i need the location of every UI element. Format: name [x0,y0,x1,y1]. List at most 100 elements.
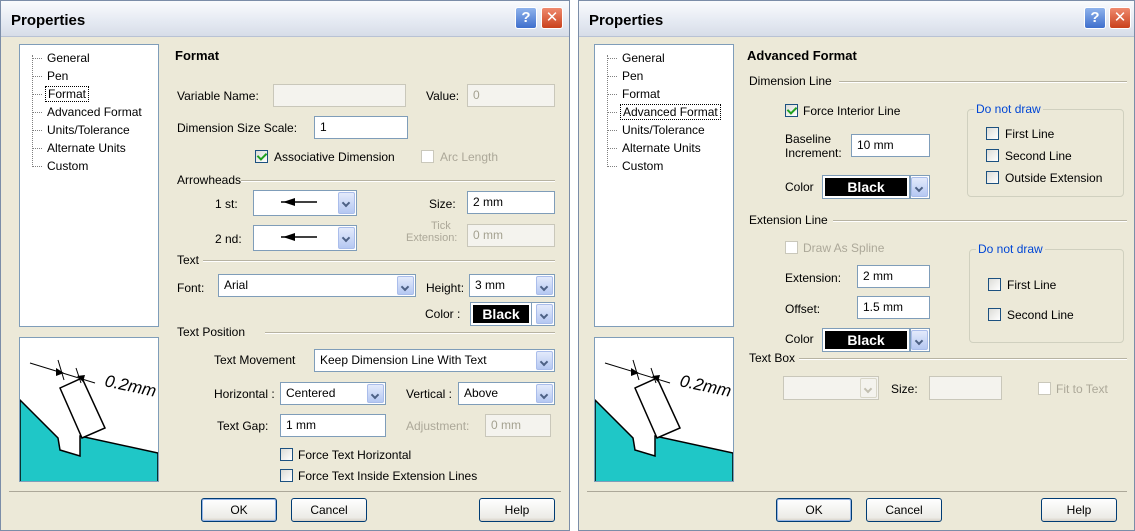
chevron-down-icon[interactable] [911,177,928,197]
section-title: Advanced Format [747,48,857,63]
extension-color-swatch[interactable]: Black [822,328,910,352]
horizontal-label: Horizontal : [214,387,275,401]
second-line-checkbox[interactable] [986,149,999,162]
extension-second-line-checkbox[interactable] [988,308,1001,321]
text-movement-value: Keep Dimension Line With Text [320,353,487,367]
first-arrowhead-select[interactable] [253,190,357,216]
tree-item-alternate-units[interactable]: Alternate Units [32,141,128,157]
draw-as-spline-checkbox[interactable] [785,241,798,254]
help-icon[interactable]: ? [1084,7,1106,29]
cancel-button[interactable]: Cancel [866,498,942,522]
tree-item-pen[interactable]: Pen [607,69,645,85]
category-tree: General Pen Format Advanced Format Units… [19,44,159,327]
color-label: Color [785,180,814,194]
vertical-value: Above [464,386,499,400]
vertical-select[interactable]: Above [458,382,555,405]
chevron-down-icon[interactable] [338,227,355,249]
associative-dimension-label: Associative Dimension [274,150,395,164]
force-interior-line-checkbox[interactable] [785,104,798,117]
chevron-down-icon[interactable] [397,276,414,295]
properties-dialog-advanced-format: Properties ? ✕ General Pen Format Advanc… [578,0,1135,531]
tick-extension-input[interactable]: 0 mm [467,224,555,247]
chevron-down-icon[interactable] [536,384,553,403]
ok-button[interactable]: OK [201,498,277,522]
color-swatch[interactable]: Black [822,175,910,199]
dimension-size-scale-input[interactable]: 1 [314,116,408,139]
help-button[interactable]: Help [1041,498,1117,522]
font-select-value: Arial [224,278,249,292]
ok-button[interactable]: OK [776,498,852,522]
tree-item-general[interactable]: General [32,51,92,67]
text-movement-select[interactable]: Keep Dimension Line With Text [314,349,555,372]
arrowhead-icon [281,198,317,206]
text-position-group-label: Text Position [177,325,246,339]
vertical-label: Vertical : [406,387,453,401]
arrowheads-group-label: Arrowheads [177,173,242,187]
variable-name-label: Variable Name: [177,89,259,103]
offset-input[interactable]: 1.5 mm [857,296,930,319]
chevron-down-icon[interactable] [338,192,355,214]
tree-item-units-tolerance[interactable]: Units/Tolerance [32,123,132,139]
force-interior-line-label: Force Interior Line [803,104,901,118]
baseline-increment-input[interactable]: 10 mm [851,134,930,157]
fit-to-text-checkbox[interactable] [1038,382,1051,395]
chevron-down-icon[interactable] [367,384,384,403]
help-icon[interactable]: ? [515,7,537,29]
text-box-size-input[interactable] [929,376,1002,400]
text-gap-input[interactable]: 1 mm [280,414,386,437]
cancel-button[interactable]: Cancel [291,498,367,522]
first-line-label: First Line [1005,127,1055,141]
tree-item-advanced-format[interactable]: Advanced Format [607,104,721,121]
text-group-label: Text [177,253,200,267]
force-text-horizontal-checkbox[interactable] [280,448,293,461]
color-label: Color : [425,307,461,321]
color-dropdown[interactable] [910,175,930,199]
chevron-down-icon[interactable] [536,276,553,295]
horizontal-value: Centered [286,386,336,400]
properties-dialog-format: Properties ? ✕ General Pen Format Advanc… [0,0,570,531]
tree-item-custom[interactable]: Custom [32,159,90,175]
extension-input[interactable]: 2 mm [857,265,930,288]
color-swatch[interactable]: Black [470,302,532,326]
extension-color-dropdown[interactable] [910,328,930,352]
color-dropdown[interactable] [531,302,555,326]
do-not-draw-label: Do not draw [974,102,1043,116]
font-select[interactable]: Arial [218,274,416,297]
value-label: Value: [426,89,460,103]
tree-item-advanced-format[interactable]: Advanced Format [32,105,144,121]
force-text-inside-checkbox[interactable] [280,469,293,482]
chevron-down-icon[interactable] [536,351,553,370]
chevron-down-icon[interactable] [911,330,928,350]
close-icon[interactable]: ✕ [541,7,563,29]
variable-name-input[interactable] [273,84,406,107]
arc-length-checkbox[interactable] [421,150,434,163]
tree-item-format[interactable]: Format [607,87,662,103]
offset-label: Offset: [785,302,821,316]
outside-extension-label: Outside Extension [1005,171,1103,185]
help-button[interactable]: Help [479,498,555,522]
first-arrowhead-label: 1 st: [215,197,238,211]
horizontal-select[interactable]: Centered [280,382,386,405]
text-movement-label: Text Movement [214,353,296,367]
tree-item-alternate-units[interactable]: Alternate Units [607,141,703,157]
second-line-label: Second Line [1005,149,1072,163]
first-line-checkbox[interactable] [986,127,999,140]
tree-item-format[interactable]: Format [32,86,90,103]
value-input[interactable]: 0 [467,84,555,107]
outside-extension-checkbox[interactable] [986,171,999,184]
height-select-value: 3 mm [475,278,505,292]
adjustment-input[interactable]: 0 mm [485,414,551,437]
chevron-down-icon[interactable] [536,304,553,324]
close-icon[interactable]: ✕ [1109,7,1131,29]
size-input[interactable]: 2 mm [467,191,555,214]
second-arrowhead-select[interactable] [253,225,357,251]
extension-first-line-checkbox[interactable] [988,278,1001,291]
tree-item-units-tolerance[interactable]: Units/Tolerance [607,123,707,139]
tree-item-pen[interactable]: Pen [32,69,70,85]
chevron-down-icon[interactable] [860,378,877,398]
associative-dimension-checkbox[interactable] [255,150,268,163]
height-select[interactable]: 3 mm [469,274,555,297]
tree-item-general[interactable]: General [607,51,667,67]
tree-item-custom[interactable]: Custom [607,159,665,175]
text-box-select[interactable] [783,376,879,400]
